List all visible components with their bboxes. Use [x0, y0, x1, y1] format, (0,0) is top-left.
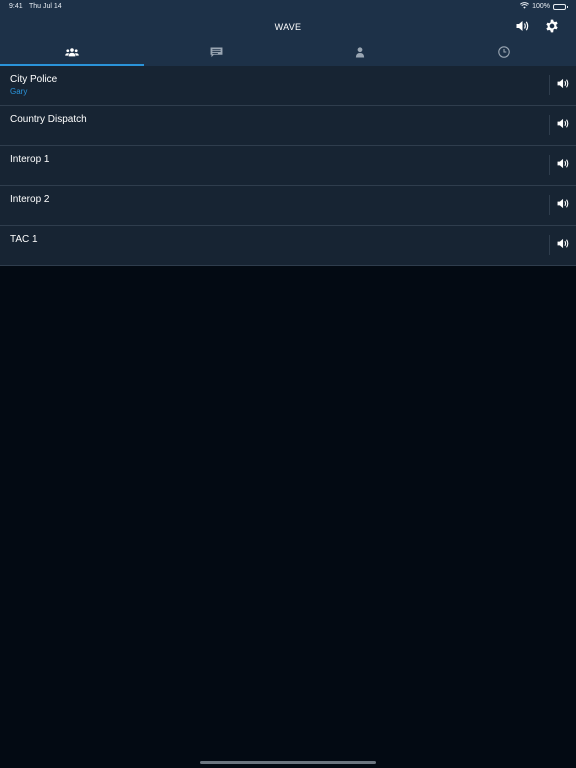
status-bar: 9:41 Thu Jul 14 100%: [0, 0, 576, 14]
group-icon: [65, 45, 79, 63]
gear-icon: [545, 19, 559, 38]
channel-row[interactable]: Country Dispatch: [0, 106, 576, 146]
tab-history[interactable]: [432, 42, 576, 66]
channel-volume-button[interactable]: [555, 77, 571, 93]
channel-volume-button[interactable]: [555, 237, 571, 253]
title-bar: WAVE: [0, 14, 576, 42]
channel-name: TAC 1: [10, 234, 38, 245]
clock-icon: [498, 45, 510, 63]
channel-name: Interop 2: [10, 194, 50, 205]
channel-row[interactable]: City Police Gary: [0, 66, 576, 106]
settings-button[interactable]: [543, 19, 561, 37]
channel-row[interactable]: Interop 2: [0, 186, 576, 226]
home-indicator[interactable]: [200, 761, 376, 764]
channel-subtitle: Gary: [10, 87, 28, 96]
battery-icon: [553, 3, 568, 10]
channel-list: City Police Gary Country Dispatch Intero…: [0, 66, 576, 266]
tab-contacts[interactable]: [288, 42, 432, 66]
message-icon: [210, 45, 223, 63]
tab-bar: [0, 42, 576, 66]
channel-name: Interop 1: [10, 154, 50, 165]
channel-row[interactable]: TAC 1: [0, 226, 576, 266]
volume-icon: [557, 196, 570, 214]
channel-volume-button[interactable]: [555, 117, 571, 133]
volume-icon: [557, 76, 570, 94]
volume-icon: [557, 236, 570, 254]
channel-name: City Police: [10, 74, 58, 85]
status-right: 100%: [520, 2, 568, 11]
status-time: 9:41: [9, 3, 23, 10]
row-divider: [549, 235, 550, 255]
row-divider: [549, 155, 550, 175]
volume-icon: [516, 19, 530, 37]
tab-messages[interactable]: [144, 42, 288, 66]
tab-channels[interactable]: [0, 42, 144, 66]
volume-icon: [557, 156, 570, 174]
channel-volume-button[interactable]: [555, 197, 571, 213]
channel-name: Country Dispatch: [10, 114, 87, 125]
status-date: Thu Jul 14: [29, 3, 62, 10]
row-divider: [549, 195, 550, 215]
person-icon: [355, 45, 365, 63]
wifi-icon: [520, 2, 530, 11]
battery-percent: 100%: [532, 3, 550, 10]
volume-button[interactable]: [514, 19, 532, 37]
app-title: WAVE: [274, 22, 302, 32]
top-bar: 9:41 Thu Jul 14 100% WAVE: [0, 0, 576, 66]
row-divider: [549, 115, 550, 135]
channel-row[interactable]: Interop 1: [0, 146, 576, 186]
channel-volume-button[interactable]: [555, 157, 571, 173]
volume-icon: [557, 116, 570, 134]
row-divider: [549, 75, 550, 95]
